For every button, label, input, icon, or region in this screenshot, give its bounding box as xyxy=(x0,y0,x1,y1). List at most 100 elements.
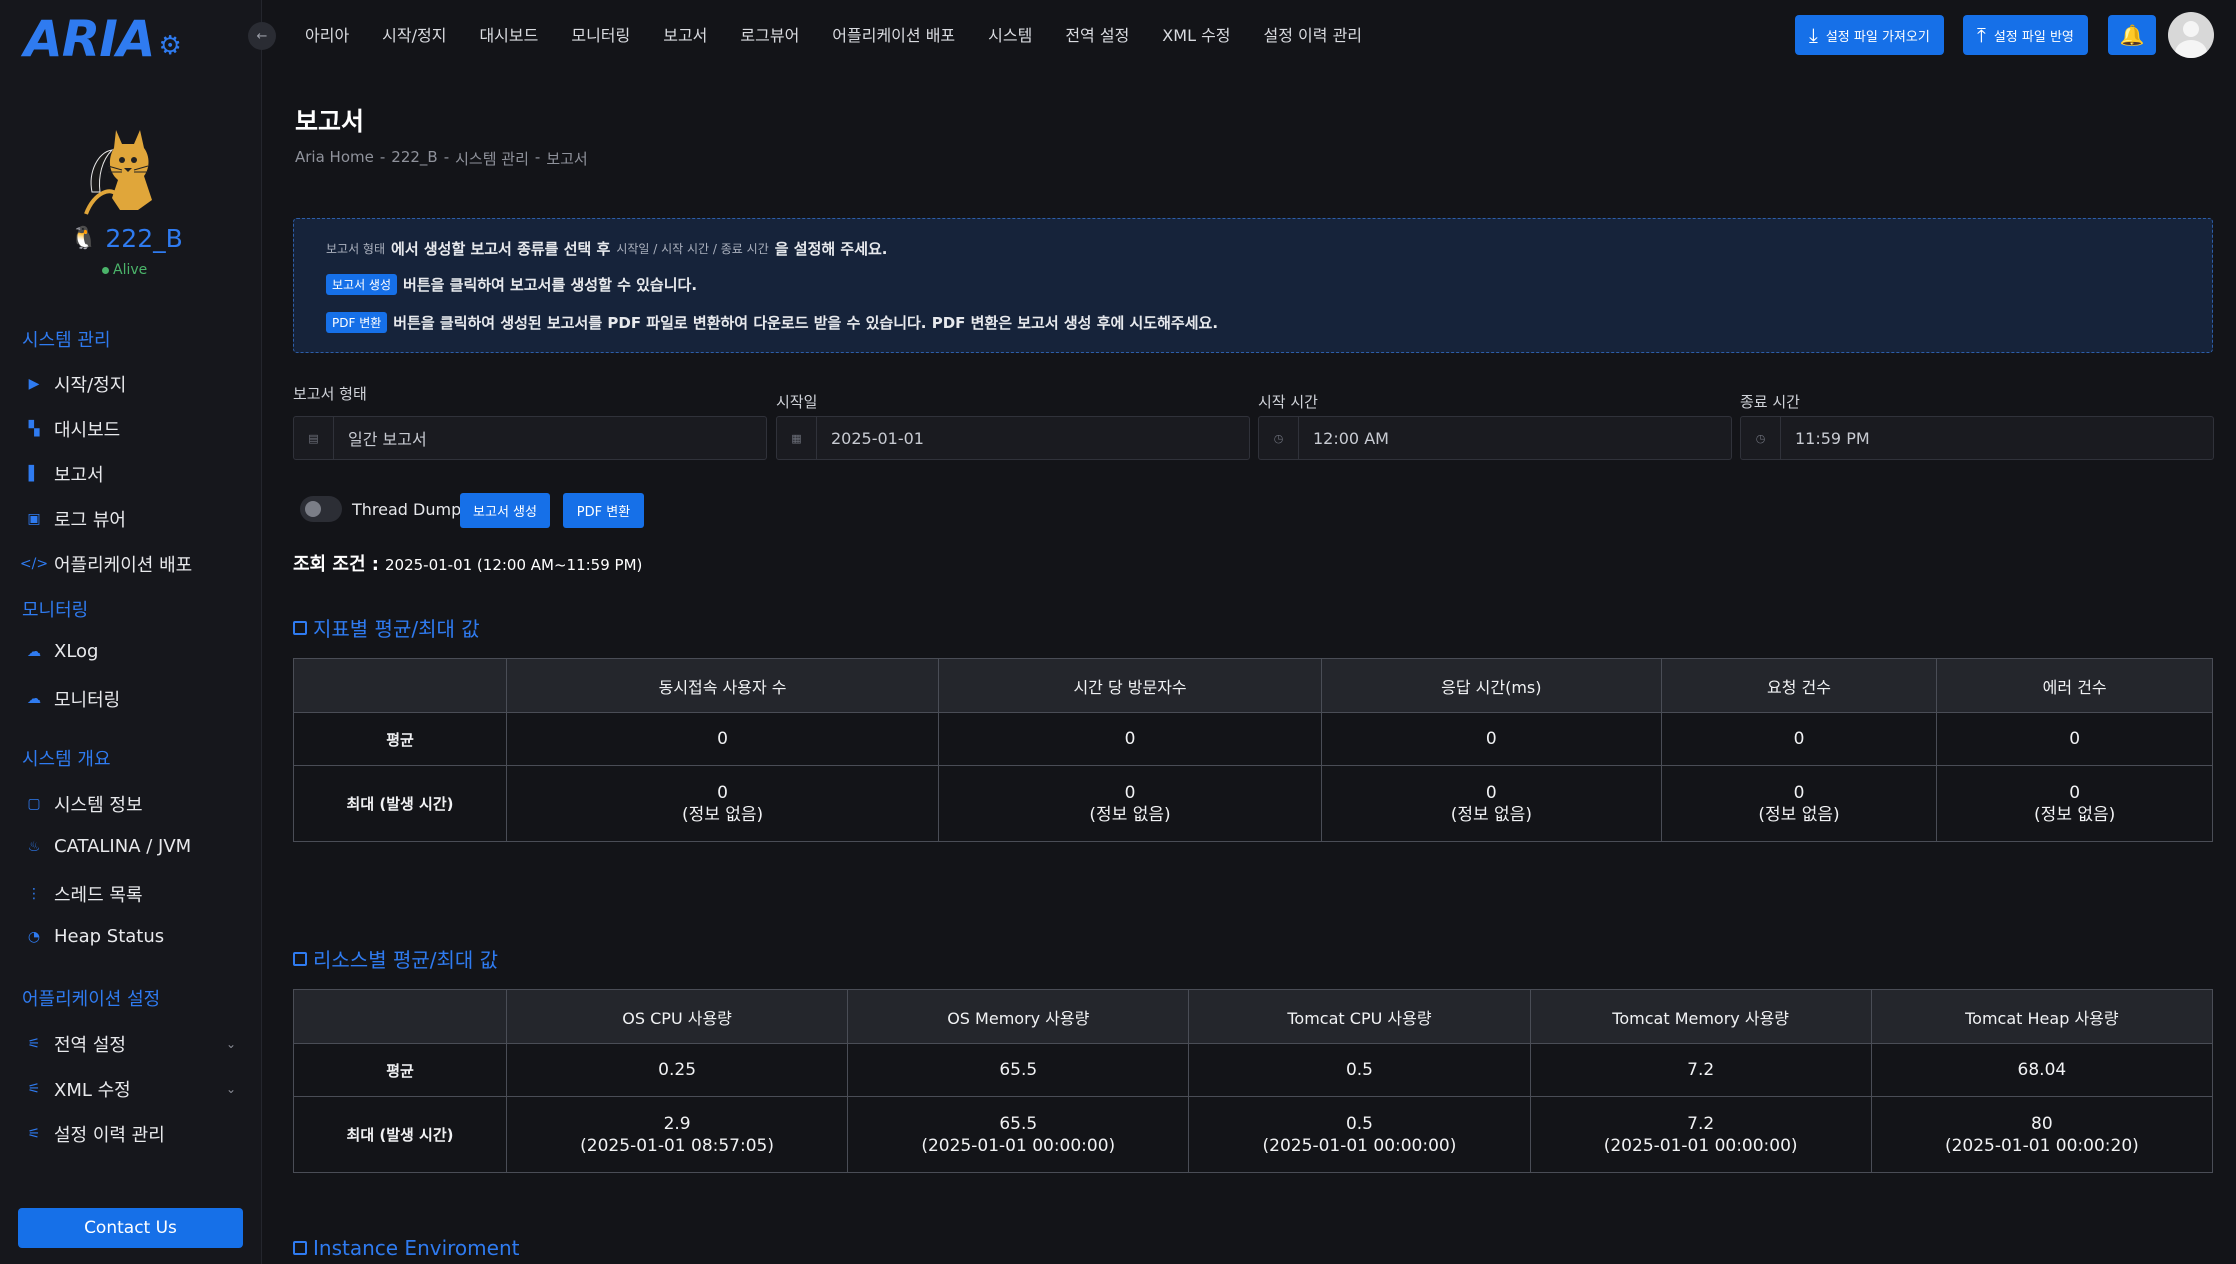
topnav-item-settings-history[interactable]: 설정 이력 관리 xyxy=(1264,22,1363,46)
sidebar-item-system-info[interactable]: ▢ 시스템 정보 xyxy=(26,791,236,817)
sidebar-item-global-settings[interactable]: ⚟ 전역 설정 ⌄ xyxy=(26,1031,236,1057)
topnav-item-system[interactable]: 시스템 xyxy=(988,22,1032,46)
info-tag: PDF 변환 xyxy=(326,312,388,333)
sidebar-item-settings-history[interactable]: ⚟ 설정 이력 관리 xyxy=(26,1121,236,1147)
metrics-table: 동시접속 사용자 수 시간 당 방문자수 응답 시간(ms) 요청 건수 에러 … xyxy=(293,658,2213,842)
start-date-field[interactable]: ▦ 2025-01-01 xyxy=(776,416,1250,460)
sidebar: ARIA ⚙ 🐧 222_B Alive 시스템 관리 ▶ 시작/정지 ▚ 대시 xyxy=(0,0,262,1264)
start-date-value: 2025-01-01 xyxy=(831,428,924,448)
row-header: 최대 (발생 시간) xyxy=(293,1096,507,1173)
pdf-convert-button[interactable]: PDF 변환 xyxy=(563,493,644,528)
breadcrumb-item[interactable]: 시스템 관리 xyxy=(455,148,529,169)
query-condition: 조회 조건 : 2025-01-01 (12:00 AM~11:59 PM) xyxy=(293,550,642,576)
sidebar-item-start-stop[interactable]: ▶ 시작/정지 xyxy=(26,371,236,397)
topnav-item-start-stop[interactable]: 시작/정지 xyxy=(382,22,446,46)
table-cell: 0 (정보 없음) xyxy=(1936,765,2213,842)
topnav-item-log-viewer[interactable]: 로그뷰어 xyxy=(740,22,799,46)
table-header-empty xyxy=(293,989,507,1044)
table-cell: 80 (2025-01-01 00:00:20) xyxy=(1870,1096,2214,1173)
table-header: 동시접속 사용자 수 xyxy=(505,658,940,713)
apply-config-button[interactable]: ⤒ 설정 파일 반영 xyxy=(1963,15,2088,55)
sidebar-item-report[interactable]: ▌ 보고서 xyxy=(26,461,236,487)
table-cell: 0 xyxy=(938,712,1322,766)
table-cell: 0.5 (2025-01-01 00:00:00) xyxy=(1188,1096,1531,1173)
table-header: 에러 건수 xyxy=(1936,658,2213,713)
generate-report-button[interactable]: 보고서 생성 xyxy=(460,493,550,528)
sidebar-item-log-viewer[interactable]: ▣ 로그 뷰어 xyxy=(26,506,236,532)
info-line-3: PDF 변환 버튼을 클릭하여 생성된 보고서를 PDF 파일로 변환하여 다운… xyxy=(326,312,1218,333)
apply-config-label: 설정 파일 반영 xyxy=(1993,29,2074,45)
gear-icon: ⚙ xyxy=(158,31,182,61)
cell-time: (정보 없음) xyxy=(1089,804,1171,825)
table-cell: 0 (정보 없음) xyxy=(1660,765,1938,842)
sliders-icon: ⚟ xyxy=(27,1081,41,1097)
sidebar-collapse-button[interactable]: ← xyxy=(248,22,276,50)
info-text: 시작일 / 시작 시간 / 종료 시간 xyxy=(616,242,769,256)
contact-us-button[interactable]: Contact Us xyxy=(18,1208,243,1248)
sidebar-item-dashboard[interactable]: ▚ 대시보드 xyxy=(26,416,236,442)
end-time-field[interactable]: ◷ 11:59 PM xyxy=(1740,416,2214,460)
query-label: 조회 조건 : xyxy=(293,554,379,575)
sidebar-item-xlog[interactable]: ☁ XLog xyxy=(26,641,236,662)
cell-time: (2025-01-01 00:00:00) xyxy=(1603,1135,1798,1156)
dashboard-icon: ▚ xyxy=(28,421,40,437)
sidebar-item-heap-status[interactable]: ◔ Heap Status xyxy=(26,926,236,947)
breadcrumb-item[interactable]: 222_B xyxy=(391,148,437,169)
table-row: 최대 (발생 시간) 0 (정보 없음) 0 (정보 없음) 0 (정보 없음) 0(… xyxy=(293,765,2213,842)
topnav-item-monitoring[interactable]: 모니터링 xyxy=(571,22,630,46)
sidebar-item-app-deploy[interactable]: </> 어플리케이션 배포 xyxy=(19,551,236,577)
sidebar-section-title: 시스템 관리 xyxy=(22,330,111,351)
topnav-item-aria[interactable]: 아리아 xyxy=(305,22,349,46)
log-icon: ▣ xyxy=(27,511,41,527)
info-box: 보고서 형태 에서 생성할 보고서 종류를 선택 후 시작일 / 시작 시간 /… xyxy=(293,218,2213,353)
cell-value: 80 xyxy=(2031,1113,2053,1134)
topnav-item-report[interactable]: 보고서 xyxy=(663,22,707,46)
sidebar-item-label: 대시보드 xyxy=(54,420,121,441)
sidebar-item-monitoring[interactable]: ☁ 모니터링 xyxy=(26,686,236,712)
start-time-field[interactable]: ◷ 12:00 AM xyxy=(1258,416,1732,460)
instance-name: 🐧 222_B xyxy=(70,224,183,253)
info-text: 에서 생성할 보고서 종류를 선택 후 xyxy=(391,240,611,258)
sidebar-item-xml-edit[interactable]: ⚟ XML 수정 ⌄ xyxy=(26,1076,236,1102)
topnav-item-app-deploy[interactable]: 어플리케이션 배포 xyxy=(832,22,955,46)
table-cell: 0 xyxy=(1936,712,2213,766)
sidebar-item-label: XLog xyxy=(54,641,99,662)
avatar[interactable] xyxy=(2168,12,2214,58)
sidebar-item-catalina-jvm[interactable]: ♨ CATALINA / JVM xyxy=(26,836,236,857)
import-config-label: 설정 파일 가져오기 xyxy=(1825,29,1930,45)
cell-time: (정보 없음) xyxy=(2034,804,2116,825)
breadcrumb: Aria Home - 222_B - 시스템 관리 - 보고서 xyxy=(295,148,588,169)
cell-value: 2.9 xyxy=(663,1113,691,1134)
cell-value: 65.5 xyxy=(999,1113,1038,1134)
table-header: Tomcat Memory 사용량 xyxy=(1529,989,1872,1044)
breadcrumb-item[interactable]: Aria Home xyxy=(295,148,374,169)
sidebar-section-title: 어플리케이션 설정 xyxy=(22,989,161,1010)
thread-dump-label: Thread Dump xyxy=(352,500,462,519)
sidebar-item-thread-list[interactable]: ⋮ 스레드 목록 xyxy=(26,881,236,907)
import-config-button[interactable]: ⤓ 설정 파일 가져오기 xyxy=(1795,15,1944,55)
logo[interactable]: ARIA ⚙ xyxy=(24,10,182,68)
sidebar-item-label: 설정 이력 관리 xyxy=(54,1125,165,1146)
sidebar-item-label: CATALINA / JVM xyxy=(54,836,192,857)
bell-icon: 🔔 xyxy=(2119,23,2145,47)
topnav-item-global-settings[interactable]: 전역 설정 xyxy=(1065,22,1129,46)
table-cell: 2.9 (2025-01-01 08:57:05) xyxy=(505,1096,849,1173)
table-cell: 7.2 xyxy=(1529,1043,1872,1097)
xlog-icon: ☁ xyxy=(27,643,41,660)
info-text: 버튼을 클릭하여 생성된 보고서를 PDF 파일로 변환하여 다운로드 받을 수… xyxy=(393,314,1219,332)
topnav-item-dashboard[interactable]: 대시보드 xyxy=(479,22,538,46)
notification-button[interactable]: 🔔 xyxy=(2108,15,2156,55)
thread-dump-toggle[interactable] xyxy=(300,496,342,522)
upload-icon: ⤒ xyxy=(1977,23,1986,47)
monitor-icon: ☁ xyxy=(27,691,41,707)
sidebar-item-label: 시작/정지 xyxy=(54,375,127,396)
cell-time: (2025-01-01 08:57:05) xyxy=(580,1135,774,1156)
start-date-label: 시작일 xyxy=(776,393,818,411)
code-icon: </> xyxy=(19,556,49,572)
topnav-item-xml-edit[interactable]: XML 수정 xyxy=(1162,22,1230,46)
table-cell: 68.04 xyxy=(1870,1043,2214,1097)
report-type-select[interactable]: ▤ 일간 보고서 xyxy=(293,416,767,460)
sidebar-item-label: 전역 설정 xyxy=(54,1035,126,1056)
breadcrumb-separator: - xyxy=(379,148,386,166)
table-cell: 65.5 xyxy=(847,1043,1190,1097)
